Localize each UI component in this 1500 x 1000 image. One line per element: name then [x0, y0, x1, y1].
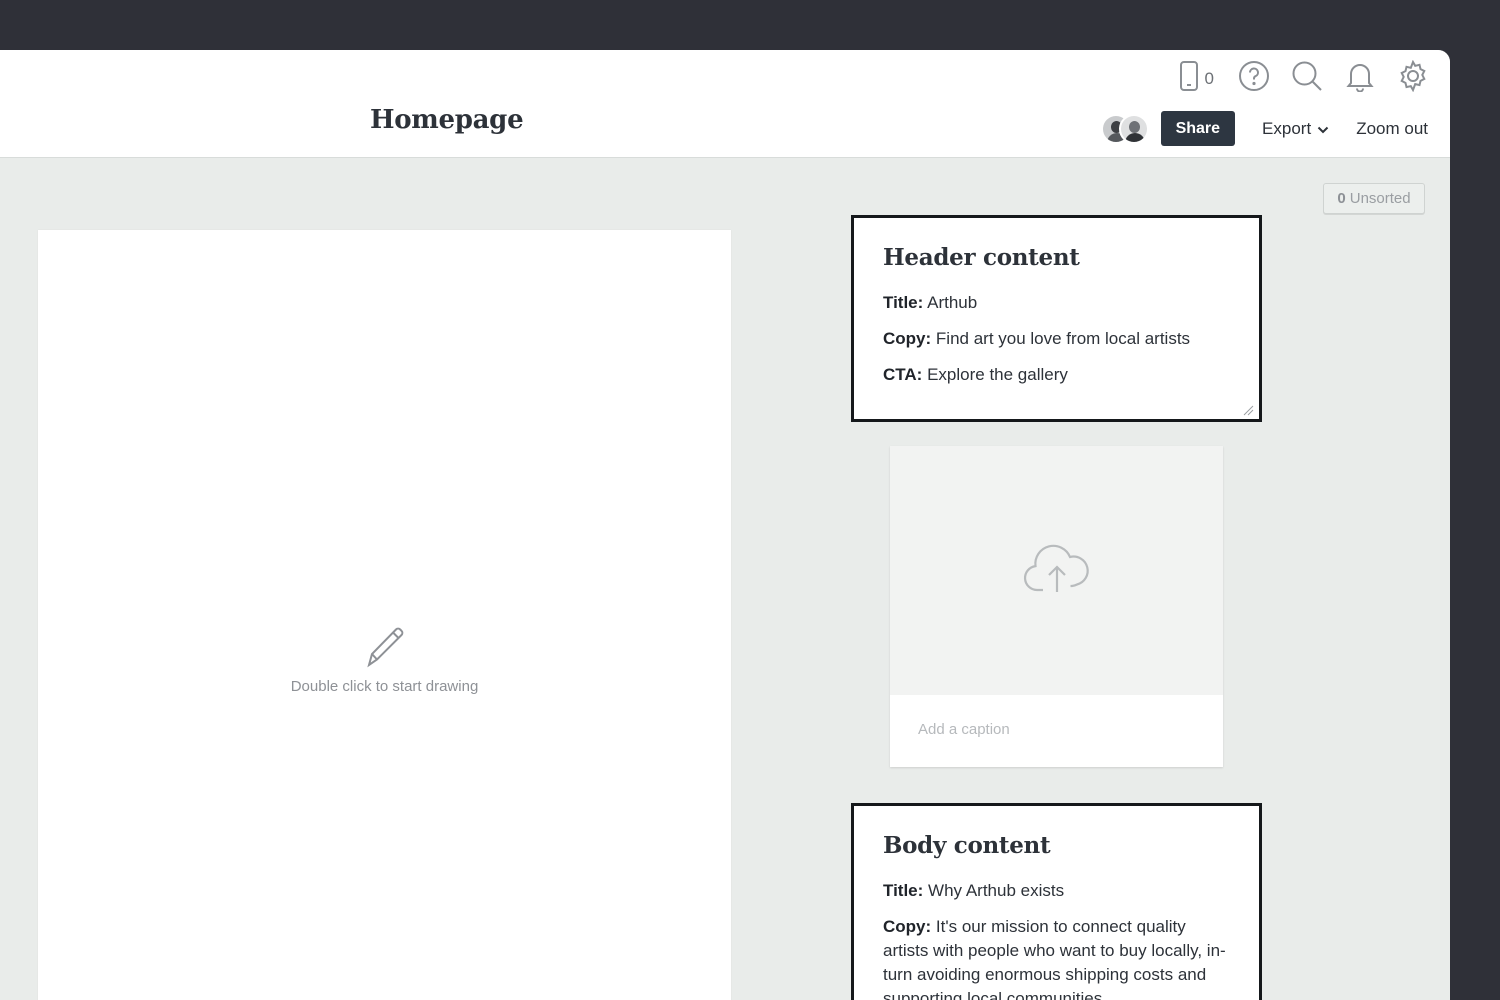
unsorted-button[interactable]: 0 Unsorted [1323, 183, 1425, 214]
body-content-note[interactable]: Body content Title: Why Arthub exists Co… [851, 803, 1262, 1000]
note-heading: Header content [883, 244, 1080, 271]
header-content-note[interactable]: Header content Title: Arthub Copy: Find … [851, 215, 1262, 422]
export-dropdown[interactable]: Export [1262, 119, 1329, 139]
collaborators[interactable] [1100, 113, 1149, 144]
zoom-out-button[interactable]: Zoom out [1356, 119, 1428, 139]
avatar[interactable] [1118, 113, 1149, 144]
field-label: Title: [883, 881, 924, 900]
note-field: Title: Why Arthub exists [883, 879, 1230, 903]
gear-icon [1397, 59, 1429, 97]
note-field: Title: Arthub [883, 291, 1230, 315]
note-heading: Body content [883, 832, 1051, 859]
toolbar-icons: 0 [1179, 59, 1432, 97]
device-count: 0 [1204, 68, 1214, 88]
image-upload-card[interactable]: Add a caption [890, 446, 1223, 767]
search-icon [1291, 60, 1323, 97]
field-value: Find art you love from local artists [935, 329, 1191, 348]
app-window: Homepage 0 Share Export Zoom out 0 Unsor… [0, 50, 1450, 1000]
search-button[interactable] [1288, 60, 1326, 97]
help-button[interactable] [1235, 60, 1273, 97]
caption-input[interactable]: Add a caption [918, 721, 1010, 738]
header-actions: Share Export Zoom out [1100, 111, 1428, 146]
upload-dropzone[interactable] [890, 446, 1223, 695]
export-label: Export [1262, 118, 1312, 138]
field-label: CTA: [883, 365, 923, 384]
unsorted-label: Unsorted [1349, 190, 1411, 207]
share-button[interactable]: Share [1160, 111, 1236, 146]
device-preview-button[interactable]: 0 [1179, 60, 1214, 97]
field-value: Explore the gallery [927, 365, 1068, 384]
settings-button[interactable] [1394, 59, 1432, 97]
note-field: Copy: Find art you love from local artis… [883, 327, 1230, 351]
phone-icon [1179, 60, 1199, 97]
notifications-button[interactable] [1341, 62, 1379, 96]
note-field: Copy: It's our mission to connect qualit… [883, 915, 1230, 1000]
unsorted-count: 0 [1337, 190, 1346, 207]
draw-hint-text: Double click to start drawing [290, 678, 479, 695]
field-value: Arthub [927, 293, 978, 312]
chevron-down-icon [1311, 119, 1329, 139]
help-icon [1238, 60, 1270, 97]
top-bar: Homepage 0 Share Export Zoom out [0, 50, 1450, 158]
field-value: It's our mission to connect quality arti… [883, 917, 1226, 1000]
page-title: Homepage [370, 105, 524, 135]
field-value: Why Arthub exists [928, 881, 1065, 900]
cloud-upload-icon [1023, 542, 1091, 599]
sketch-canvas[interactable]: Double click to start drawing [38, 230, 731, 1000]
resize-handle[interactable] [1242, 403, 1254, 416]
note-field: CTA: Explore the gallery [883, 363, 1230, 387]
bell-icon [1345, 60, 1375, 97]
field-label: Title: [883, 293, 924, 312]
field-label: Copy: [883, 917, 932, 936]
field-label: Copy: [883, 329, 932, 348]
pencil-icon [363, 627, 407, 675]
draw-hint: Double click to start drawing [38, 623, 731, 695]
